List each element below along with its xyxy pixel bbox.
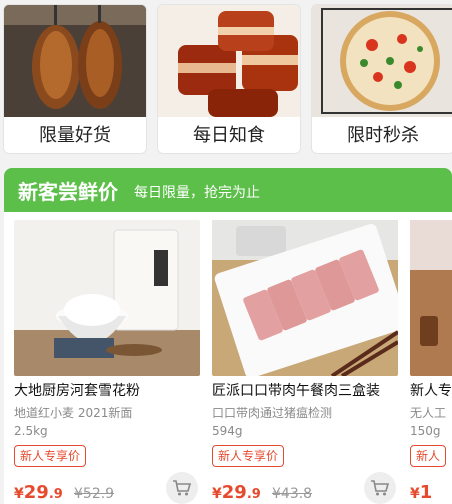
new-user-price-tag: 新人专享价 bbox=[212, 445, 285, 467]
price-currency: ¥ bbox=[14, 486, 24, 502]
price-decimal: .9 bbox=[246, 487, 261, 502]
product-image bbox=[410, 220, 452, 376]
price-currency: ¥ bbox=[410, 486, 420, 502]
category-card-daily-food[interactable]: 每日知食 bbox=[157, 4, 301, 154]
original-price: ¥52.9 bbox=[74, 486, 115, 502]
price-integer: 29 bbox=[221, 482, 247, 503]
product-name: 新人专 bbox=[410, 383, 452, 399]
product-carousel[interactable]: 大地厨房河套雪花粉 地道红小麦 2021新面 2.5kg 新人专享价 ¥29.9… bbox=[4, 212, 452, 504]
category-card-flash-sale[interactable]: 限时秒杀 bbox=[311, 4, 452, 154]
banner-subtitle: 每日限量，抢完为止 bbox=[134, 185, 260, 201]
new-customer-banner[interactable]: 新客尝鲜价 每日限量，抢完为止 bbox=[4, 168, 452, 212]
product-spec: 150g bbox=[410, 424, 441, 438]
luncheon-meat-image bbox=[212, 220, 398, 376]
new-user-price-tag: 新人 bbox=[410, 445, 447, 467]
original-price: ¥43.8 bbox=[272, 486, 313, 502]
category-row: 限量好货 每日知食 限时秒杀 bbox=[0, 0, 452, 160]
product-spec: 594g bbox=[212, 424, 243, 438]
product-spec: 2.5kg bbox=[14, 424, 48, 438]
product-subtitle: 地道红小麦 2021新面 bbox=[14, 406, 133, 420]
add-to-cart-button[interactable] bbox=[166, 472, 198, 504]
flour-bag-image bbox=[14, 220, 200, 376]
price-decimal: .9 bbox=[48, 487, 63, 502]
add-to-cart-button[interactable] bbox=[364, 472, 396, 504]
product-card[interactable]: 新人专 无人工 150g 新人 ¥1 bbox=[410, 220, 452, 504]
product-card[interactable]: 大地厨房河套雪花粉 地道红小麦 2021新面 2.5kg 新人专享价 ¥29.9… bbox=[14, 220, 200, 504]
banner-title: 新客尝鲜价 bbox=[18, 180, 118, 204]
category-label: 每日知食 bbox=[193, 125, 265, 146]
category-label: 限量好货 bbox=[39, 125, 111, 146]
product-price: ¥29.9 bbox=[212, 482, 261, 503]
price-integer: 1 bbox=[419, 482, 433, 503]
roast-duck-image bbox=[4, 5, 146, 117]
product-name: 匠派口口带肉午餐肉三盒装 bbox=[212, 383, 380, 399]
new-user-price-tag: 新人专享价 bbox=[14, 445, 87, 467]
category-card-limited-goods[interactable]: 限量好货 bbox=[3, 4, 147, 154]
product-subtitle: 无人工 bbox=[410, 406, 447, 420]
cart-icon bbox=[371, 480, 390, 496]
pizza-image bbox=[312, 5, 452, 117]
product-price: ¥1 bbox=[410, 482, 432, 503]
price-currency: ¥ bbox=[212, 486, 222, 502]
cart-icon bbox=[173, 480, 192, 496]
product-subtitle: 口口带肉通过猪瘟检测 bbox=[212, 406, 333, 420]
braised-pork-image bbox=[158, 5, 300, 117]
product-price: ¥29.9 bbox=[14, 482, 63, 503]
category-label: 限时秒杀 bbox=[347, 125, 419, 146]
product-card[interactable]: 匠派口口带肉午餐肉三盒装 口口带肉通过猪瘟检测 594g 新人专享价 ¥29.9… bbox=[212, 220, 398, 504]
price-integer: 29 bbox=[23, 482, 49, 503]
product-name: 大地厨房河套雪花粉 bbox=[14, 383, 140, 399]
